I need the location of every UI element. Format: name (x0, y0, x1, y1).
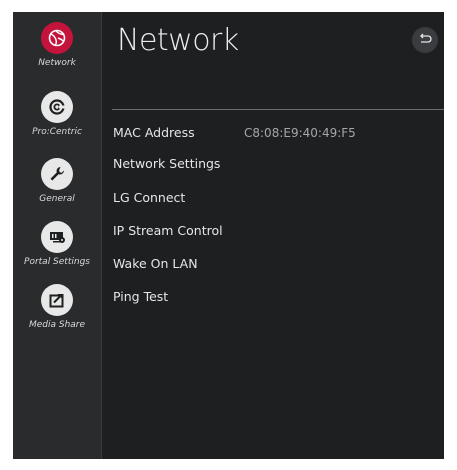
sidebar-item-media-share[interactable]: Media Share (13, 284, 101, 330)
sidebar: Network Pro:Centric General Portal Setti… (13, 12, 102, 459)
sidebar-item-network[interactable]: Network (13, 22, 101, 68)
menu-item-ping-test[interactable]: Ping Test (113, 286, 433, 308)
divider (112, 109, 444, 110)
procentric-icon (41, 91, 73, 123)
sidebar-item-label: General (39, 194, 75, 204)
sidebar-item-general[interactable]: General (13, 158, 101, 204)
sidebar-item-label: Media Share (28, 320, 86, 330)
menu-item-label: Wake On LAN (113, 256, 198, 271)
sidebar-item-label: Network (38, 58, 76, 68)
media-share-icon (41, 284, 73, 316)
wrench-icon (41, 158, 73, 190)
menu-item-label: LG Connect (113, 190, 186, 205)
mac-address-label: MAC Address (113, 125, 195, 140)
back-arrow-icon (418, 31, 432, 50)
menu-item-wake-on-lan[interactable]: Wake On LAN (113, 253, 433, 275)
menu-item-network-settings[interactable]: Network Settings (113, 153, 433, 175)
menu-item-label: Network Settings (113, 156, 221, 171)
page-title: Network (117, 23, 239, 58)
sidebar-item-label: Portal Settings (24, 257, 90, 267)
mac-address-value: C8:08:E9:40:49:F5 (244, 126, 356, 140)
globe-icon (41, 22, 73, 54)
tv-settings-screen: Network Pro:Centric General Portal Setti… (13, 12, 444, 459)
menu-item-label: IP Stream Control (113, 223, 223, 238)
sidebar-item-label: Pro:Centric (32, 127, 82, 137)
menu-item-ip-stream-control[interactable]: IP Stream Control (113, 220, 433, 242)
sidebar-item-portal-settings[interactable]: Portal Settings (13, 221, 101, 267)
menu-item-mac-address: MAC Address C8:08:E9:40:49:F5 (113, 122, 433, 144)
sidebar-item-procentric[interactable]: Pro:Centric (13, 91, 101, 137)
back-button[interactable] (412, 27, 438, 53)
menu-item-label: Ping Test (113, 289, 169, 304)
menu-item-lg-connect[interactable]: LG Connect (113, 187, 433, 209)
portal-settings-icon (41, 221, 73, 253)
